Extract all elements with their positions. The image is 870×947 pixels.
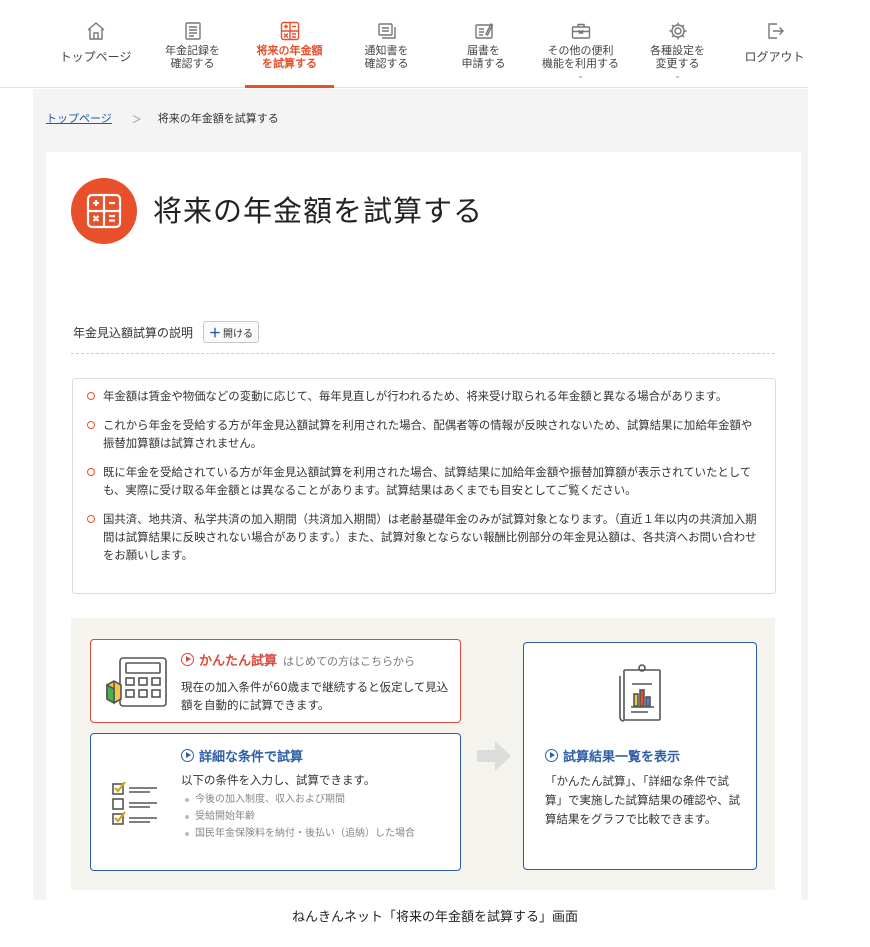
home-icon: [47, 20, 144, 42]
note-item: 年金額は賃金や物価などの変動に応じて、毎年見直しが行われるため、将来受け取られる…: [87, 387, 761, 405]
nav-label: 各種設定を 変更する: [650, 44, 705, 70]
form-icon: [435, 20, 532, 42]
figure-caption: ねんきんネット「将来の年金額を試算する」画面: [291, 910, 578, 925]
notice-icon: [338, 20, 435, 42]
toolbox-icon: [532, 20, 629, 42]
nav-item-other-features[interactable]: その他の便利 機能を利用する ⌄: [532, 0, 629, 88]
calculator-icon: [71, 178, 137, 244]
list-item: 国民年金保険料を納付・後払い（追納）した場合: [183, 826, 451, 842]
breadcrumb-home-link[interactable]: トップページ: [46, 110, 112, 126]
chevron-down-icon: ⌄: [577, 71, 584, 80]
note-text: これから年金を受給する方が年金見込額試算を利用された場合、配偶者等の情報が反映さ…: [103, 418, 753, 450]
nav-item-apply-forms[interactable]: 届書を 申請する: [435, 0, 532, 88]
note-text: 既に年金を受給されている方が年金見込額試算を利用された場合、試算結果に加給年金額…: [103, 465, 752, 497]
beginner-calculator-icon: [104, 655, 168, 709]
note-text: 国共済、地共済、私学共済の加入期間（共済加入期間）は老齢基礎年金のみが試算対象と…: [103, 512, 757, 562]
note-item: これから年金を受給する方が年金見込額試算を利用された場合、配偶者等の情報が反映さ…: [87, 416, 761, 452]
result-description: 「かんたん試算」、「詳細な条件で試算」で実施した試算結果の確認や、試算結果をグラ…: [545, 774, 741, 826]
nav-item-top-page[interactable]: トップページ: [47, 0, 144, 88]
easy-title: かんたん試算: [199, 654, 278, 669]
gear-icon: [629, 20, 726, 42]
expand-button[interactable]: ＋ 開ける: [203, 321, 259, 343]
nav-label: その他の便利 機能を利用する: [542, 44, 619, 70]
arrow-right-icon: [477, 741, 511, 771]
nav-label: 届書を 申請する: [461, 44, 506, 70]
nav-item-logout[interactable]: ログアウト: [726, 0, 823, 88]
top-navigation: トップページ 年金記録を 確認する 将来の年金額 を試算する 通知書を 確認する…: [0, 0, 808, 88]
detail-title: 詳細な条件で試算: [199, 750, 304, 765]
notes-box: 年金額は賃金や物価などの変動に応じて、毎年見直しが行われるため、将来受け取られる…: [72, 378, 776, 594]
play-circle-icon: [181, 749, 194, 762]
checklist-icon: [110, 780, 160, 828]
logout-icon: [726, 20, 823, 42]
nav-label: 通知書を 確認する: [364, 44, 409, 70]
breadcrumb-separator: ＞: [131, 114, 142, 126]
note-text: 年金額は賃金や物価などの変動に応じて、毎年見直しが行われるため、将来受け取られる…: [103, 389, 728, 403]
note-item: 既に年金を受給されている方が年金見込額試算を利用された場合、試算結果に加給年金額…: [87, 463, 761, 499]
nav-label: 将来の年金額 を試算する: [256, 44, 323, 70]
plus-icon: ＋: [208, 325, 221, 340]
nav-item-check-records[interactable]: 年金記録を 確認する: [144, 0, 241, 88]
expand-button-label: 開ける: [223, 328, 253, 340]
nav-item-estimate-pension[interactable]: 将来の年金額 を試算する: [241, 0, 338, 88]
easy-simulation-heading: かんたん試算 はじめての方はこちらから: [181, 650, 415, 669]
nav-item-settings[interactable]: 各種設定を 変更する ⌄: [629, 0, 726, 88]
page-title: 将来の年金額を試算する: [153, 194, 484, 228]
divider: [71, 353, 775, 354]
breadcrumb: トップページ ＞ 将来の年金額を試算する: [46, 110, 279, 126]
breadcrumb-current: 将来の年金額を試算する: [157, 112, 279, 125]
result-title: 試算結果一覧を表示: [563, 750, 681, 765]
list-item: 今後の加入制度、収入および期間: [183, 792, 451, 808]
bullet-icon: [87, 515, 95, 523]
document-icon: [144, 20, 241, 42]
nav-label: トップページ: [59, 50, 132, 64]
play-circle-icon: [181, 653, 194, 666]
bullet-icon: [87, 392, 95, 400]
calculator-icon: [241, 20, 338, 42]
easy-subtitle: はじめての方はこちらから: [283, 655, 416, 668]
bullet-icon: [87, 468, 95, 476]
results-heading: 試算結果一覧を表示: [545, 746, 680, 765]
easy-description: 現在の加入条件が60歳まで継続すると仮定して見込額を自動的に試算できます。: [181, 680, 449, 712]
nav-item-check-notices[interactable]: 通知書を 確認する: [338, 0, 435, 88]
explanation-label: 年金見込額試算の説明: [73, 326, 194, 340]
report-chart-icon: [614, 662, 666, 724]
bullet-icon: [87, 421, 95, 429]
list-item: 受給開始年齢: [183, 809, 451, 825]
nav-label: ログアウト: [744, 50, 805, 64]
chevron-down-icon: ⌄: [674, 71, 681, 80]
play-circle-icon: [545, 749, 558, 762]
detail-condition-list: 今後の加入制度、収入および期間 受給開始年齢 国民年金保険料を納付・後払い（追納…: [183, 792, 451, 843]
detailed-simulation-heading: 詳細な条件で試算: [181, 746, 303, 765]
detail-description: 以下の条件を入力し、試算できます。: [181, 773, 376, 787]
note-item: 国共済、地共済、私学共済の加入期間（共済加入期間）は老齢基礎年金のみが試算対象と…: [87, 510, 761, 564]
nav-label: 年金記録を 確認する: [165, 44, 220, 70]
